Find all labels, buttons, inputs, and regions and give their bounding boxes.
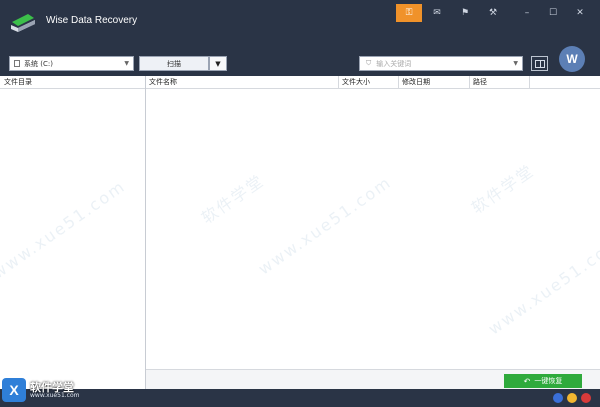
title-bar: Wise Data Recovery ⚿ ✉ ⚑ ⚒ – ☐ ✕	[0, 0, 600, 44]
close-icon[interactable]: ✕	[567, 4, 593, 22]
search-input[interactable]: ⛉ 输入关键词 ▼	[359, 56, 523, 71]
watermark-brand-url: www.xue51.com	[30, 391, 80, 399]
scan-button[interactable]: 扫描	[139, 56, 209, 71]
watermark-brand: 软件学堂 www.xue51.com	[30, 382, 79, 399]
column-header-path[interactable]: 路径	[470, 76, 530, 89]
xue51-logo-icon: X	[2, 378, 26, 402]
watermark-text: 软件学堂	[197, 170, 268, 228]
app-title: Wise Data Recovery	[46, 15, 138, 26]
drive-select[interactable]: 系统 (C:) ▼	[9, 56, 134, 71]
watermark-logo: X 软件学堂 www.xue51.com	[2, 378, 79, 402]
recover-button-label: 一键恢复	[534, 377, 563, 385]
watermark-text: www.xue51.com	[484, 232, 600, 339]
column-header-size[interactable]: 文件大小	[339, 76, 399, 89]
smile-icon[interactable]	[567, 393, 577, 403]
file-list-panel[interactable]: 文件名称 文件大小 修改日期 路径 软件学堂 www.xue51.com 软件学…	[146, 76, 600, 369]
column-header-modified[interactable]: 修改日期	[399, 76, 470, 89]
filter-icon: ⛉	[366, 59, 372, 67]
feedback-icon[interactable]: ⚑	[452, 4, 478, 22]
status-bar	[0, 389, 600, 407]
folder-tree-panel[interactable]: 文件目录	[0, 76, 146, 389]
drive-select-value: 系统 (C:)	[24, 59, 53, 68]
mail-icon[interactable]: ✉	[424, 4, 450, 22]
chevron-down-icon: ▼	[513, 60, 518, 67]
recover-button[interactable]: ↶ 一键恢复	[504, 374, 582, 388]
search-placeholder: 输入关键词	[376, 59, 412, 68]
file-list-header: 文件名称 文件大小 修改日期 路径	[146, 76, 600, 89]
toggle-panel-button[interactable]	[531, 56, 548, 71]
app-logo-icon	[11, 14, 35, 32]
minimize-icon[interactable]: –	[514, 4, 540, 22]
key-icon[interactable]: ⚿	[396, 4, 422, 22]
undo-icon: ↶	[523, 376, 531, 386]
scan-dropdown-button[interactable]: ▼	[209, 56, 227, 71]
maximize-icon[interactable]: ☐	[540, 4, 566, 22]
drive-icon	[14, 60, 20, 67]
watermark-text: 软件学堂	[467, 160, 538, 218]
chevron-down-icon: ▼	[215, 59, 221, 68]
avatar[interactable]: W	[559, 46, 585, 72]
folder-tree-header: 文件目录	[0, 76, 145, 89]
toolbar: 系统 (C:) ▼ 扫描 ▼ ⛉ 输入关键词 ▼ W	[0, 44, 600, 76]
watermark-text: www.xue51.com	[254, 172, 396, 279]
watermark-brand-cn: 软件学堂	[30, 380, 74, 394]
weibo-icon[interactable]	[581, 393, 591, 403]
settings-icon[interactable]: ⚒	[480, 4, 506, 22]
panel-layout-icon	[534, 59, 545, 68]
chevron-down-icon: ▼	[124, 60, 129, 67]
footer-bar: ↶ 一键恢复	[146, 369, 600, 389]
app-window: Wise Data Recovery ⚿ ✉ ⚑ ⚒ – ☐ ✕ 系统 (C:)…	[0, 0, 600, 407]
column-header-name[interactable]: 文件名称	[146, 76, 339, 89]
facebook-icon[interactable]	[553, 393, 563, 403]
